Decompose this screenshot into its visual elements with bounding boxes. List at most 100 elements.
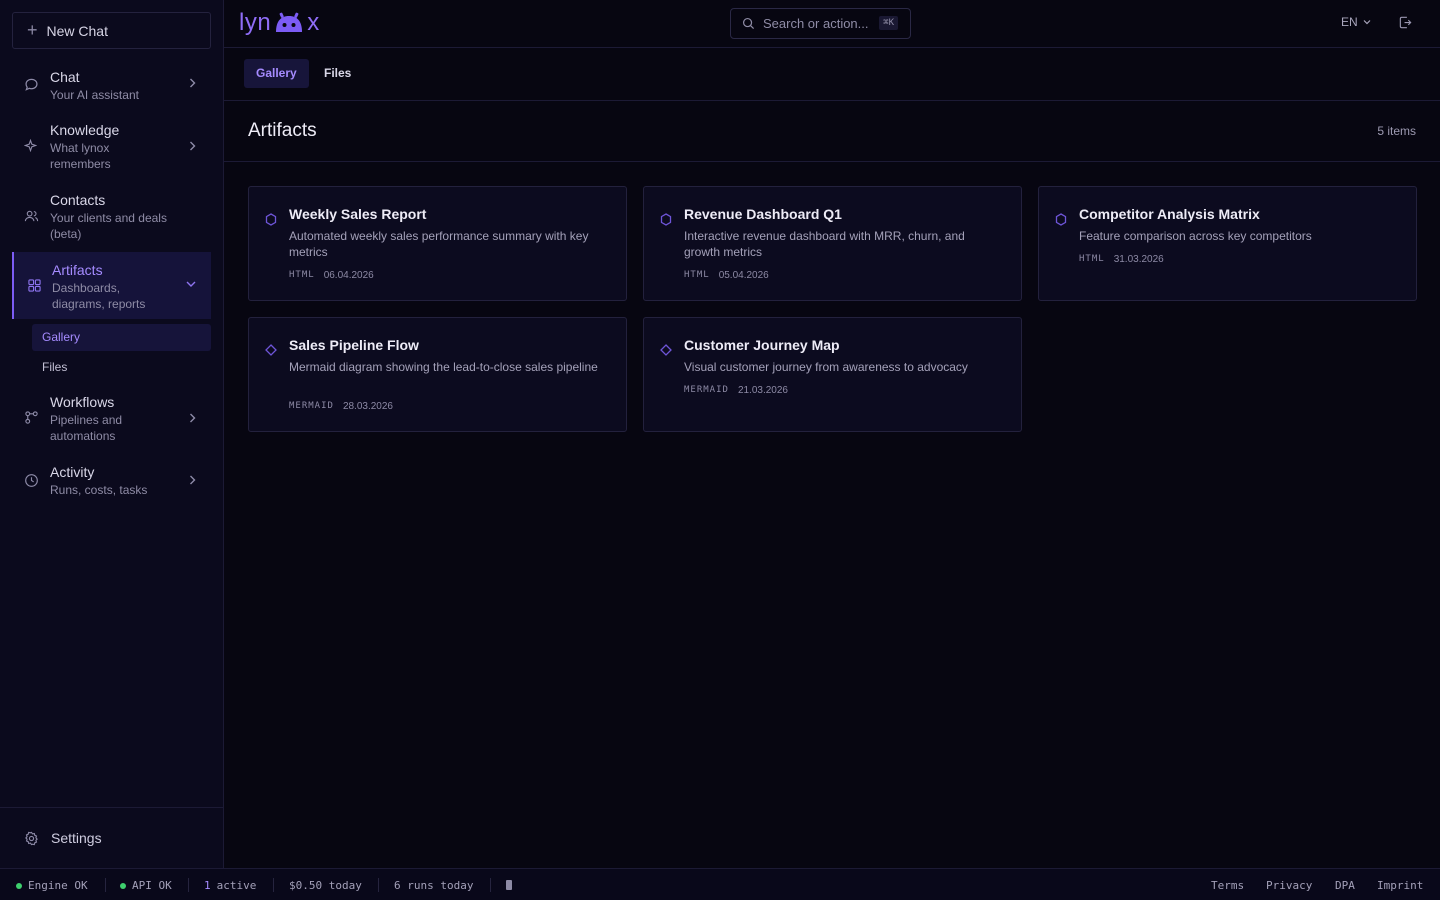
runs-today: 6 runs today xyxy=(394,879,474,892)
diamond-icon xyxy=(660,344,672,356)
language-selector[interactable]: EN xyxy=(1341,15,1371,29)
users-icon xyxy=(24,209,39,223)
hexagon-icon xyxy=(265,213,277,226)
engine-status: Engine OK xyxy=(16,879,88,892)
divider xyxy=(378,878,379,892)
artifact-type: MERMAID xyxy=(684,385,729,395)
artifact-title: Competitor Analysis Matrix xyxy=(1079,206,1260,222)
sidebar-item-subtitle: Your clients and deals (beta) xyxy=(50,211,167,241)
sidebar-item-title: Workflows xyxy=(50,394,115,410)
artifact-date: 31.03.2026 xyxy=(1113,254,1164,265)
engine-status-label: Engine OK xyxy=(28,879,88,892)
new-chat-button[interactable]: + New Chat xyxy=(12,12,211,49)
artifact-description: Interactive revenue dashboard with MRR, … xyxy=(684,229,965,259)
hexagon-icon xyxy=(660,213,672,226)
artifact-title: Sales Pipeline Flow xyxy=(289,337,419,353)
artifact-card[interactable]: Customer Journey Map Visual customer jou… xyxy=(643,317,1022,432)
api-status-label: API OK xyxy=(132,879,172,892)
sidebar-item-subtitle: Your AI assistant xyxy=(50,88,139,102)
chevron-down-icon xyxy=(185,279,197,289)
logo-text-left: lyn xyxy=(239,9,272,36)
sparkle-icon xyxy=(24,139,37,152)
artifact-title: Revenue Dashboard Q1 xyxy=(684,206,842,222)
settings-button[interactable]: Settings xyxy=(24,830,102,846)
artifact-card[interactable]: Revenue Dashboard Q1 Interactive revenue… xyxy=(643,186,1022,301)
artifact-title: Weekly Sales Report xyxy=(289,206,427,222)
diamond-icon xyxy=(265,344,277,356)
artifact-date: 06.04.2026 xyxy=(323,270,374,281)
sidebar-item-subtitle: Runs, costs, tasks xyxy=(50,483,148,497)
terms-link[interactable]: Terms xyxy=(1211,879,1244,892)
artifact-type: HTML xyxy=(684,270,710,280)
item-count: 5 items xyxy=(1377,124,1416,138)
artifact-date: 05.04.2026 xyxy=(718,270,769,281)
top-bar: lyn x Search or action... ⌘K EN xyxy=(224,0,1440,48)
sidebar-item-title: Knowledge xyxy=(50,122,120,138)
artifact-description: Mermaid diagram showing the lead-to-clos… xyxy=(289,360,598,374)
search-shortcut-badge: ⌘K xyxy=(879,16,898,30)
chat-bubble-icon xyxy=(24,77,39,92)
artifact-card[interactable]: Competitor Analysis Matrix Feature compa… xyxy=(1038,186,1417,301)
sidebar-item-chat[interactable]: Chat Your AI assistant xyxy=(12,62,211,106)
chevron-right-icon xyxy=(187,77,197,89)
divider xyxy=(273,878,274,892)
status-bar: Engine OK API OK 1 active $0.50 today 6 … xyxy=(0,868,1440,900)
active-count[interactable]: 1 active xyxy=(204,879,256,892)
api-status: API OK xyxy=(120,879,172,892)
sidebar-item-workflows[interactable]: Workflows Pipelines and automations xyxy=(12,388,211,448)
privacy-link[interactable]: Privacy xyxy=(1266,879,1312,892)
sidebar-subitem-files[interactable]: Files xyxy=(32,354,211,381)
logout-icon[interactable] xyxy=(1398,15,1413,30)
artifact-type: HTML xyxy=(1079,254,1105,264)
sidebar-item-title: Artifacts xyxy=(52,262,103,278)
workflow-icon xyxy=(24,410,39,425)
artifact-meta: HTML 05.04.2026 xyxy=(684,270,769,281)
sidebar-item-title: Activity xyxy=(50,464,95,480)
sidebar-item-artifacts[interactable]: Artifacts Dashboards, diagrams, reports xyxy=(12,252,211,319)
language-label: EN xyxy=(1341,15,1358,29)
gear-icon xyxy=(24,831,39,846)
cost-today: $0.50 today xyxy=(289,879,362,892)
active-count-value: 1 xyxy=(204,879,211,892)
artifact-type: MERMAID xyxy=(289,401,334,411)
artifact-card[interactable]: Weekly Sales Report Automated weekly sal… xyxy=(248,186,627,301)
grid-icon xyxy=(28,279,41,292)
clock-icon xyxy=(24,473,39,488)
page-title: Artifacts xyxy=(248,120,317,141)
tab-gallery[interactable]: Gallery xyxy=(244,59,309,88)
robot-logo-icon xyxy=(272,12,306,34)
artifact-description: Feature comparison across key competitor… xyxy=(1079,229,1312,243)
artifact-meta: HTML 06.04.2026 xyxy=(289,270,374,281)
sidebar: + New Chat Chat Your AI assistant Knowle… xyxy=(0,0,224,868)
dpa-link[interactable]: DPA xyxy=(1335,879,1355,892)
lynox-logo[interactable]: lyn x xyxy=(239,8,320,38)
active-count-label: active xyxy=(216,879,257,892)
search-input[interactable]: Search or action... ⌘K xyxy=(730,8,911,39)
tab-files[interactable]: Files xyxy=(312,59,363,88)
artifact-card[interactable]: Sales Pipeline Flow Mermaid diagram show… xyxy=(248,317,627,432)
divider xyxy=(188,878,189,892)
artifact-description: Visual customer journey from awareness t… xyxy=(684,360,968,374)
imprint-link[interactable]: Imprint xyxy=(1377,879,1423,892)
status-ok-dot-icon xyxy=(120,882,126,889)
sidebar-item-contacts[interactable]: Contacts Your clients and deals (beta) xyxy=(12,186,211,246)
artifact-date: 28.03.2026 xyxy=(342,401,393,412)
sidebar-item-activity[interactable]: Activity Runs, costs, tasks xyxy=(12,458,211,502)
hexagon-icon xyxy=(1055,213,1067,226)
divider xyxy=(490,878,491,892)
page-header: Artifacts 5 items xyxy=(224,101,1440,162)
settings-label: Settings xyxy=(51,830,102,846)
sidebar-item-subtitle: Dashboards, diagrams, reports xyxy=(52,281,146,311)
sidebar-item-knowledge[interactable]: Knowledge What lynox remembers xyxy=(12,116,211,176)
sidebar-item-subtitle: Pipelines and automations xyxy=(50,413,123,443)
chevron-down-icon xyxy=(1363,19,1371,25)
sidebar-item-title: Chat xyxy=(50,69,80,85)
sidebar-item-title: Contacts xyxy=(50,192,106,208)
sidebar-item-subtitle: What lynox remembers xyxy=(50,141,111,171)
artifact-meta: MERMAID 21.03.2026 xyxy=(684,385,788,396)
activity-indicator xyxy=(506,880,512,890)
search-icon xyxy=(742,17,755,30)
divider xyxy=(105,878,106,892)
content-tabs: Gallery Files xyxy=(224,49,1440,101)
sidebar-subitem-gallery[interactable]: Gallery xyxy=(32,324,211,351)
